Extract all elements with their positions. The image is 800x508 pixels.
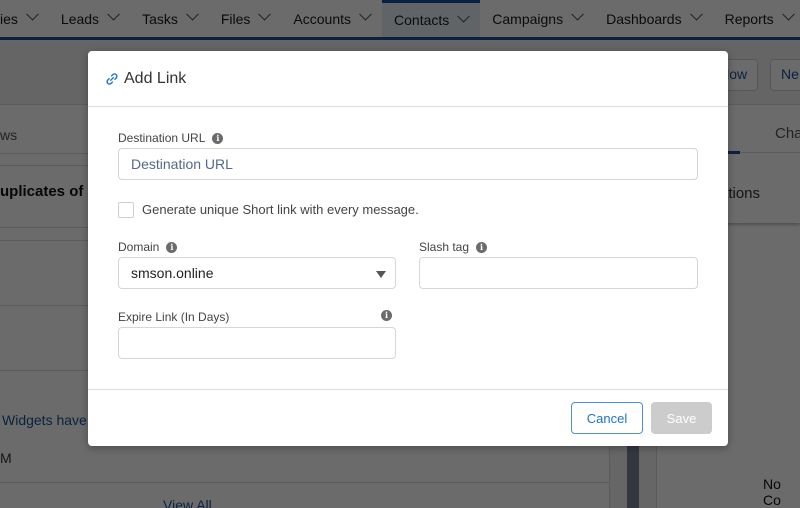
slash-tag-input[interactable] (432, 265, 685, 281)
short-link-checkbox-label[interactable]: Generate unique Short link with every me… (142, 202, 419, 217)
add-link-modal: Add Link Destination URL i Generate uniq… (88, 51, 728, 446)
modal-footer: Cancel Save (88, 389, 728, 446)
destination-url-label: Destination URL i (118, 131, 224, 145)
domain-selected-value: smson.online (131, 265, 214, 281)
domain-select[interactable]: smson.online (118, 257, 396, 289)
info-icon[interactable]: i (476, 241, 488, 253)
label-text: Domain (118, 240, 160, 254)
save-button[interactable]: Save (651, 402, 712, 434)
info-icon[interactable]: i (381, 310, 392, 321)
expire-link-field[interactable] (118, 327, 396, 359)
slash-tag-field[interactable] (419, 257, 698, 289)
destination-url-field[interactable] (118, 148, 698, 180)
destination-url-input[interactable] (131, 156, 685, 172)
cancel-button[interactable]: Cancel (571, 402, 643, 434)
domain-label: Domain i (118, 240, 178, 254)
short-link-checkbox[interactable] (118, 202, 134, 218)
slash-tag-label: Slash tag i (419, 240, 488, 254)
info-icon[interactable]: i (212, 132, 224, 144)
modal-title: Add Link (124, 69, 187, 87)
label-text: Destination URL (118, 131, 206, 145)
modal-header: Add Link (88, 51, 728, 107)
link-icon (106, 72, 118, 85)
info-icon[interactable]: i (166, 241, 178, 253)
label-text: Expire Link (In Days) (118, 310, 230, 324)
caret-down-icon[interactable] (376, 271, 386, 278)
expire-link-label: Expire Link (In Days) (118, 310, 229, 324)
expire-link-input[interactable] (131, 335, 383, 351)
label-text: Slash tag (419, 240, 470, 254)
